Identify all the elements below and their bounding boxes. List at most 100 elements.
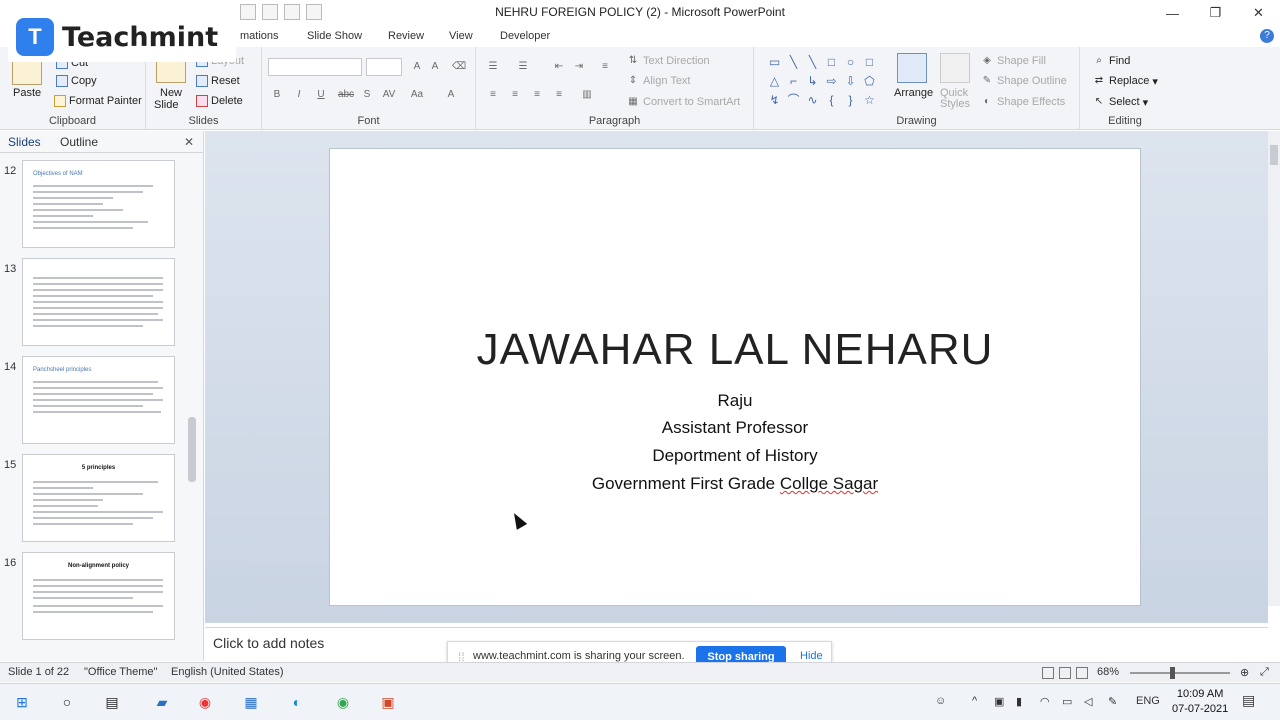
shape-fill-button[interactable]: ◈ Shape Fill	[980, 54, 1046, 68]
format-painter-button[interactable]: Format Painter	[54, 95, 142, 107]
copy-button[interactable]: Copy	[56, 75, 97, 87]
slide-thumbnail-14[interactable]: Panchsheel principles	[22, 356, 175, 444]
tab-slides[interactable]: Slides	[8, 135, 41, 149]
arrange-icon[interactable]	[897, 53, 927, 83]
panel-close-icon[interactable]: ✕	[184, 135, 194, 149]
panel-scroll-thumb[interactable]	[188, 417, 196, 482]
curve-shape-icon[interactable]: ↯	[765, 93, 784, 108]
slide-scrollbar[interactable]	[1268, 131, 1280, 606]
input-language[interactable]: ENG	[1136, 695, 1160, 707]
windows-start-icon[interactable]: ⊞	[12, 692, 32, 712]
shapes-gallery[interactable]: ▭ ╲ ╲ □ ○ □ △ ⌐ ↳ ⇨ ⇩ ⬠ ↯ ⌒ ∿ { } ☆	[765, 55, 879, 108]
numbering-icon[interactable]: ☰	[516, 60, 530, 74]
line-shape-icon-2[interactable]: ╲	[803, 55, 822, 70]
find-button[interactable]: ⌕ Find	[1092, 54, 1130, 68]
camera-icon[interactable]: ▣	[994, 695, 1004, 708]
people-icon[interactable]: ☺	[935, 695, 946, 707]
show-hidden-icon[interactable]: ^	[972, 695, 977, 707]
zoom-slider[interactable]	[1130, 672, 1230, 674]
slide-thumbnail-13[interactable]	[22, 258, 175, 346]
font-size-combo[interactable]	[366, 58, 402, 76]
minimize-button[interactable]: —	[1151, 0, 1194, 26]
align-right-icon[interactable]: ≡	[530, 88, 544, 102]
grow-font-icon[interactable]: A	[410, 60, 424, 74]
zoom-in-icon[interactable]: ⊕	[1240, 666, 1249, 679]
line-shape-icon[interactable]: ╲	[784, 55, 803, 70]
slide-scroll-thumb[interactable]	[1270, 145, 1278, 165]
change-case-button[interactable]: Aa	[408, 88, 426, 102]
slide-subtitle-college[interactable]: Government First Grade Collge Sagar	[330, 474, 1140, 494]
slideshow-view-icon[interactable]	[1076, 667, 1088, 679]
freeform-shape-icon[interactable]: ∿	[803, 93, 822, 108]
slide-subtitle-department[interactable]: Deportment of History	[330, 446, 1140, 466]
char-spacing-button[interactable]: AV	[380, 88, 398, 102]
hide-button[interactable]: Hide	[800, 650, 823, 662]
search-icon[interactable]: ○	[57, 692, 77, 712]
bold-button[interactable]: B	[270, 88, 284, 102]
tab-outline[interactable]: Outline	[60, 135, 98, 149]
replace-button[interactable]: ⇄ Replace ▾	[1092, 74, 1158, 88]
restore-button[interactable]: ❐	[1194, 0, 1237, 26]
paste-button[interactable]: Paste	[13, 87, 41, 99]
language-status[interactable]: English (United States)	[171, 666, 284, 678]
textbox-shape-icon[interactable]: ▭	[765, 55, 784, 70]
close-button[interactable]: ✕	[1237, 0, 1280, 26]
slide-canvas[interactable]: JAWAHAR LAL NEHARU Raju Assistant Profes…	[329, 148, 1141, 606]
slide-thumbnail-12[interactable]: Objectives of NAM	[22, 160, 175, 248]
shadow-button[interactable]: S	[360, 88, 374, 102]
clear-format-icon[interactable]: ⌫	[452, 60, 466, 74]
normal-view-icon[interactable]	[1042, 667, 1054, 679]
justify-icon[interactable]: ≡	[552, 88, 566, 102]
shape-outline-button[interactable]: ✎ Shape Outline	[980, 74, 1067, 88]
brace-close-shape-icon[interactable]: }	[841, 93, 860, 108]
rectangle-shape-icon[interactable]: □	[822, 55, 841, 70]
shrink-font-icon[interactable]: A	[428, 60, 442, 74]
shape-effects-button[interactable]: ◐ Shape Effects	[980, 95, 1065, 109]
arrow-right-shape-icon[interactable]: ⇨	[822, 74, 841, 89]
slide-thumbnail-15[interactable]: 5 principles	[22, 454, 175, 542]
oval-shape-icon[interactable]: ○	[841, 55, 860, 70]
delete-button[interactable]: Delete	[196, 95, 243, 107]
tab-developer[interactable]: Developer	[500, 30, 550, 42]
zoom-slider-thumb[interactable]	[1170, 667, 1175, 679]
zoom-level[interactable]: 68%	[1097, 666, 1119, 678]
slide-subtitle-name[interactable]: Raju	[330, 391, 1140, 411]
pen-tray-icon[interactable]: ✎	[1108, 695, 1117, 708]
align-center-icon[interactable]: ≡	[508, 88, 522, 102]
edge-icon[interactable]: ◐	[287, 692, 307, 712]
quick-styles-button-2[interactable]: Styles	[940, 98, 970, 110]
italic-button[interactable]: I	[292, 88, 306, 102]
text-direction-button[interactable]: ⇅ Text Direction	[626, 54, 710, 68]
convert-smartart-button[interactable]: ▦ Convert to SmartArt	[626, 95, 740, 109]
brace-shape-icon[interactable]: {	[822, 93, 841, 108]
teachmint-app-icon[interactable]: ◉	[333, 692, 353, 712]
align-text-button[interactable]: ⇕ Align Text	[626, 74, 691, 88]
fit-window-icon[interactable]: ⤢	[1260, 666, 1269, 679]
task-view-icon[interactable]: ▤	[102, 692, 122, 712]
select-button[interactable]: ↖ Select ▾	[1092, 95, 1148, 109]
arrange-button[interactable]: Arrange	[894, 87, 933, 99]
new-slide-dropdown[interactable]: Slide	[154, 99, 178, 111]
notes-placeholder[interactable]: Click to add notes	[213, 635, 324, 651]
tab-slide-show[interactable]: Slide Show	[307, 30, 362, 42]
system-clock[interactable]: 10:09 AM 07-07-2021	[1172, 687, 1228, 717]
strikethrough-button[interactable]: abc	[336, 88, 356, 102]
arc-shape-icon[interactable]: ⌒	[784, 93, 803, 108]
chrome-icon[interactable]: ◉	[195, 692, 215, 712]
elbow-arrow-icon[interactable]: ↳	[803, 74, 822, 89]
increase-indent-icon[interactable]: ⇥	[572, 60, 586, 74]
powerpoint-icon[interactable]: ▣	[378, 692, 398, 712]
star-shape-icon[interactable]: ☆	[860, 93, 879, 108]
decrease-indent-icon[interactable]: ⇤	[552, 60, 566, 74]
rect-shape-icon-2[interactable]: □	[860, 55, 879, 70]
help-icon[interactable]: ?	[1260, 29, 1274, 43]
slide-title[interactable]: JAWAHAR LAL NEHARU	[330, 325, 1140, 375]
triangle-shape-icon[interactable]: △	[765, 74, 784, 89]
tab-review[interactable]: Review	[388, 30, 424, 42]
reset-button[interactable]: Reset	[196, 75, 240, 87]
tab-view[interactable]: View	[449, 30, 473, 42]
bullets-icon[interactable]: ☰	[486, 60, 500, 74]
volume-icon[interactable]: ◁	[1084, 695, 1092, 708]
slide-thumbnail-16[interactable]: Non-alignment policy	[22, 552, 175, 640]
sorter-view-icon[interactable]	[1059, 667, 1071, 679]
